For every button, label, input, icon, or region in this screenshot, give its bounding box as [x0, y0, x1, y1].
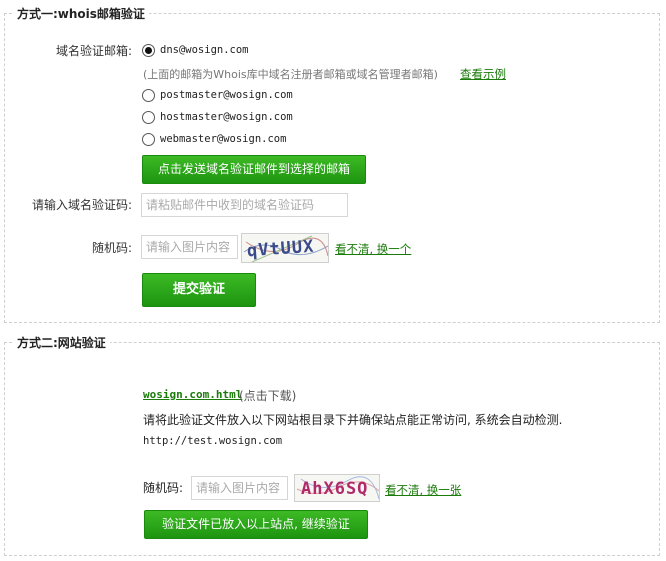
- email-option-hostmaster: hostmaster@wosign.com: [160, 111, 293, 123]
- site-url-text: http://test.wosign.com: [143, 435, 283, 447]
- section-title-website: 方式二:网站验证: [13, 334, 110, 351]
- domain-code-label: 请输入域名验证码:: [31, 198, 132, 212]
- continue-verification-button[interactable]: 验证文件已放入以上站点, 继续验证: [144, 510, 368, 539]
- email-option-postmaster: postmaster@wosign.com: [160, 89, 293, 101]
- email-label: 域名验证邮箱:: [55, 44, 132, 58]
- section-title-whois: 方式一:whois邮箱验证: [13, 5, 149, 22]
- domain-code-input[interactable]: [141, 193, 348, 217]
- captcha-input-2[interactable]: [191, 476, 288, 500]
- download-note: (点击下载): [239, 389, 297, 403]
- email-radio-dns[interactable]: [142, 44, 155, 57]
- email-option-dns: dns@wosign.com: [160, 44, 249, 56]
- submit-verification-button[interactable]: 提交验证: [142, 273, 256, 307]
- email-radio-hostmaster[interactable]: [142, 111, 155, 124]
- email-radio-webmaster[interactable]: [142, 133, 155, 146]
- captcha-label-1: 随机码:: [91, 241, 132, 255]
- email-radio-postmaster[interactable]: [142, 89, 155, 102]
- email-option-webmaster: webmaster@wosign.com: [160, 133, 287, 145]
- view-example-link[interactable]: 查看示例: [460, 66, 506, 82]
- refresh-captcha-link-1[interactable]: 看不清, 换一个: [335, 241, 411, 257]
- captcha-text-2: AhX6SQ: [301, 479, 369, 499]
- send-verification-email-button[interactable]: 点击发送域名验证邮件到选择的邮箱: [142, 155, 366, 184]
- instruction-text: 请将此验证文件放入以下网站根目录下并确保站点能正常访问, 系统会自动检测.: [143, 413, 563, 427]
- verification-file-link[interactable]: wosign.com.html: [143, 388, 242, 401]
- captcha-image-2[interactable]: AhX6SQ: [294, 474, 380, 502]
- captcha-input-1[interactable]: [141, 235, 238, 259]
- refresh-captcha-link-2[interactable]: 看不清, 换一张: [385, 482, 461, 498]
- captcha-label-2: 随机码:: [143, 481, 184, 495]
- whois-hint-text: (上面的邮箱为Whois库中域名注册者邮箱或域名管理者邮箱): [143, 68, 438, 81]
- captcha-image-1[interactable]: qVtUUX: [241, 233, 329, 263]
